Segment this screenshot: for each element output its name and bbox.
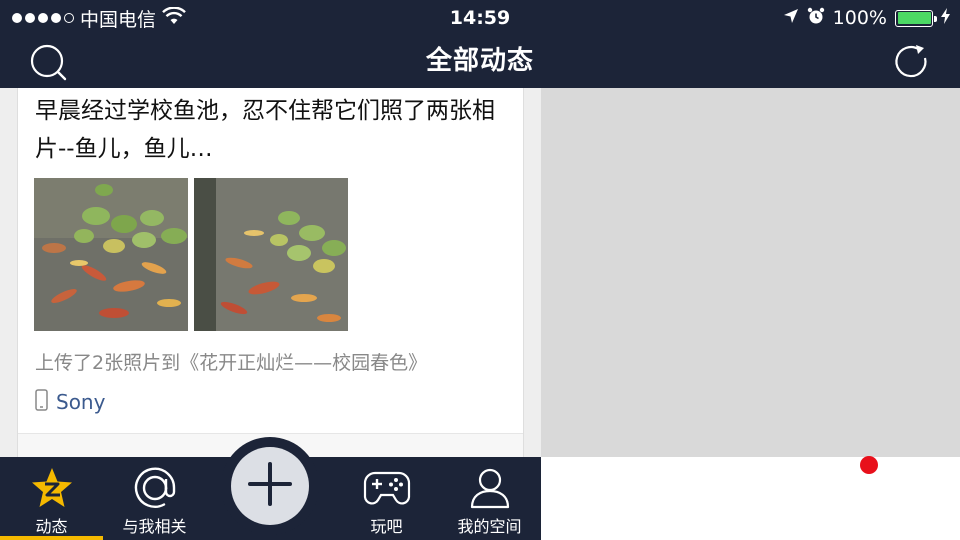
post-device: Sony [35,389,105,415]
page-title: 全部动态 [425,46,534,76]
plus-icon [247,461,293,511]
side-panel [541,88,960,457]
navigation-bar: 全部动态 [0,36,960,88]
tab-label: 动态 [35,517,68,536]
notification-dot [860,456,878,474]
charging-bolt-icon [941,7,950,29]
app-screen: 中国电信 14:59 100% 全部动态 早晨经过学校鱼池，忍不住帮它们照了两张… [0,0,960,540]
person-icon [470,465,510,511]
device-name[interactable]: Sony [56,390,105,414]
phone-icon [35,389,48,415]
post-text: 早晨经过学校鱼池，忍不住帮它们照了两张相片--鱼儿，鱼儿… [35,98,495,162]
tab-label: 玩吧 [370,517,403,536]
signal-strength-icon [12,13,74,23]
post-photo-1[interactable] [34,178,188,331]
carrier-name: 中国电信 [80,8,157,31]
gamepad-icon [363,465,411,511]
search-icon[interactable] [28,42,68,82]
wifi-icon [162,5,186,30]
tab-my-space[interactable]: 我的空间 [438,457,541,540]
qzone-star-icon [29,465,75,511]
tab-related-to-me[interactable]: 与我相关 [103,457,206,540]
battery-icon [895,9,937,27]
tab-dongtai[interactable]: 动态 [0,457,103,540]
status-bar: 中国电信 14:59 100% [0,0,960,36]
location-arrow-icon [783,7,799,29]
battery-level-fill [897,12,931,24]
alarm-clock-icon [807,7,825,30]
active-tab-indicator [0,536,103,540]
status-left: 中国电信 [12,0,186,36]
post-photo-2[interactable] [194,178,348,331]
status-right: 100% [783,0,950,36]
battery-percent: 100% [832,7,887,29]
upload-info[interactable]: 上传了2张照片到《花开正灿烂——校园春色》 [35,348,427,375]
feed-post-card[interactable]: 早晨经过学校鱼池，忍不住帮它们照了两张相片--鱼儿，鱼儿… 上传了2张照片到《花… [17,88,524,457]
tab-play[interactable]: 玩吧 [335,457,438,540]
tab-label: 与我相关 [122,517,187,536]
compose-plus-button[interactable] [231,447,309,525]
compose-button-frame [221,437,319,535]
at-sign-icon [134,465,176,511]
refresh-icon[interactable] [892,42,932,82]
tab-label: 我的空间 [457,517,522,536]
feed-list[interactable]: 早晨经过学校鱼池，忍不住帮它们照了两张相片--鱼儿，鱼儿… 上传了2张照片到《花… [0,88,541,457]
